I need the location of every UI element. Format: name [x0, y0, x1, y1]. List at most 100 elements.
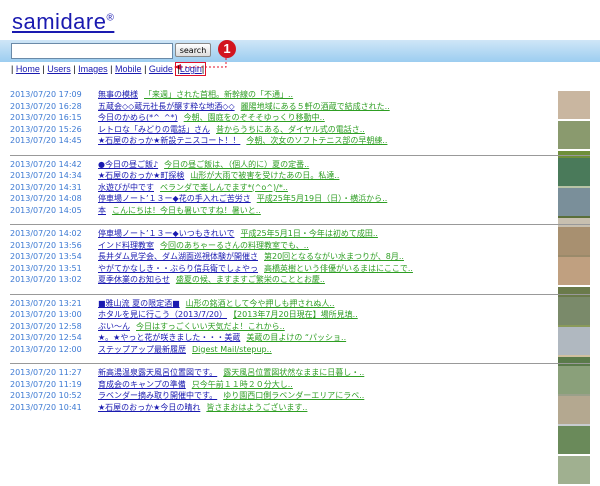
post-date: 2013/07/20 16:15: [10, 113, 82, 122]
post-title-link[interactable]: 五蔵会◇◇蔵元社長が醸す粋な地酒◇◇: [98, 102, 235, 111]
feed-row: 2013/07/20 10:52 ラベンダー摘み取り開催中です。 ゆり園西口側ラベン…: [10, 390, 558, 402]
nav-mobile[interactable]: Mobile: [115, 64, 142, 74]
post-thumbnail[interactable]: [558, 426, 590, 454]
post-title-link[interactable]: 無事の模様: [98, 90, 138, 99]
post-thumbnail[interactable]: [558, 396, 590, 424]
post-date: 2013/07/20 14:02: [10, 229, 82, 238]
post-title-link[interactable]: ホタルを見に行こう（2013/7/20）: [98, 310, 227, 319]
post-thumbnail[interactable]: [558, 366, 590, 394]
post-snippet-link[interactable]: 今朝、園庭をのぞそそゆっくり移動中..: [184, 113, 325, 122]
post-title-link[interactable]: やがてかなしき・・ぶらり信兵衛でしょやっ: [98, 264, 258, 273]
post-title-link[interactable]: ●今日の昼ご飯♪: [98, 160, 158, 169]
post-title-link[interactable]: ぶい〜ん: [98, 322, 130, 331]
nav-home[interactable]: Home: [16, 64, 40, 74]
post-title-link[interactable]: 停車場ノート’１３ー◆花の手入れご苦労さ: [98, 194, 251, 203]
nav-login[interactable]: Login: [180, 64, 202, 74]
post-title-link[interactable]: ★石屋のおっか★新設テニスコート！！: [98, 136, 240, 145]
post-title-link[interactable]: ★石屋のおっか★町探検: [98, 171, 184, 180]
nav-users[interactable]: Users: [47, 64, 71, 74]
nav-separator: |: [201, 64, 205, 74]
feed-row: 2013/07/20 14:02 停車場ノート’１３ー◆いつもきれいで 平成25年5…: [10, 228, 558, 240]
post-title-link[interactable]: 育成会のキャンプの準備: [98, 380, 186, 389]
search-input[interactable]: [11, 43, 173, 59]
nav-images[interactable]: Images: [78, 64, 108, 74]
nav-separator: |: [42, 64, 45, 74]
post-title-link[interactable]: 夏季休業のお知らせ: [98, 275, 170, 284]
post-date: 2013/07/20 12:00: [10, 344, 82, 354]
nav-guide[interactable]: Guide: [149, 64, 173, 74]
post-snippet-link[interactable]: Digest Mail/stepup..: [192, 345, 272, 354]
feed-row: 2013/07/20 13:00 ホタルを見に行こう（2013/7/20） 【201…: [10, 309, 558, 321]
feed-row: 2013/07/20 13:51 やがてかなしき・・ぶらり信兵衛でしょやっ 高橋英樹…: [10, 263, 558, 275]
feed-row: 2013/07/20 14:45 ★石屋のおっか★新設テニスコート！！ 今朝、次女の…: [10, 135, 558, 147]
feed-group: 2013/07/20 11:27 新高湯温泉露天風呂位置図です。 露天風呂位置図状然…: [10, 363, 590, 484]
post-snippet-link[interactable]: 今回のあちゃーるさんの料理教室でも、..: [160, 241, 309, 250]
post-thumbnail[interactable]: [558, 326, 590, 355]
nav-separator: |: [11, 64, 14, 74]
post-snippet-link[interactable]: 第20回となるながい水まつりが、8月..: [264, 252, 404, 261]
post-snippet-link[interactable]: 山形の銘酒として今や押しも押されぬ人..: [186, 299, 335, 308]
post-thumbnail[interactable]: [558, 296, 590, 325]
post-title-link[interactable]: ★。★やっと花が咲きました・・・美蔵: [98, 333, 240, 342]
post-snippet-link[interactable]: 今日の昼ご飯は、（個人的に）夏の定番..: [164, 160, 309, 169]
post-title-link[interactable]: 本: [98, 206, 106, 215]
post-title-link[interactable]: 長井ダム見学会、ダム湖面巡視体験が開催さ: [98, 252, 258, 261]
post-title-link[interactable]: レトロな「みどりの電話」さん: [98, 125, 210, 134]
post-title-link[interactable]: ステップアップ最新履歴: [98, 345, 186, 354]
post-title-link[interactable]: ★石屋のおっか★今日の晴れ: [98, 403, 200, 412]
post-snippet-link[interactable]: 昔からうちにある、ダイヤル式の電話さ..: [216, 125, 365, 134]
post-title-link[interactable]: 今日のかめら(*^_^*): [98, 113, 178, 122]
post-date: 2013/07/20 14:34: [10, 171, 82, 180]
post-snippet-link[interactable]: 平成25年5月1日・今年は初めて成田..: [240, 229, 377, 238]
feed-group: 2013/07/20 14:02 停車場ノート’１３ー◆いつもきれいで 平成25年5…: [10, 224, 590, 375]
main-nav: | Home | Users | Images | Mobile | Guide…: [11, 62, 207, 76]
post-snippet-link[interactable]: 麗陽地域にある５軒の酒蔵で結成された..: [241, 102, 390, 111]
feed-group: 2013/07/20 13:21 ■雅山流 夏の限定酒■ 山形の銘酒として今や押しも…: [10, 293, 590, 445]
feed-row: 2013/07/20 13:21 ■雅山流 夏の限定酒■ 山形の銘酒として今や押しも…: [10, 298, 558, 310]
post-thumbnail[interactable]: [558, 257, 590, 285]
post-snippet-link[interactable]: 山形が大雨で被害を受けたあの日。私達..: [190, 171, 339, 180]
post-date: 2013/07/20 14:08: [10, 194, 82, 203]
post-snippet-link[interactable]: 今日はすっごくいい天気だよ！これから..: [136, 322, 285, 331]
post-snippet-link[interactable]: 皆さまおはようございます..: [206, 403, 307, 412]
post-date: 2013/07/20 14:42: [10, 159, 82, 169]
post-snippet-link[interactable]: 只今午前１１時２０分大し..: [192, 380, 293, 389]
post-date: 2013/07/20 10:41: [10, 402, 82, 412]
post-snippet-link[interactable]: 美蔵の目よけの “パッショ..: [246, 333, 346, 342]
post-snippet-link[interactable]: 平成25年5月19日（日）・横浜から..: [257, 194, 388, 203]
post-snippet-link[interactable]: 露天風呂位置図状然なままに日暮し・..: [223, 368, 364, 377]
feed-row: 2013/07/20 16:15 今日のかめら(*^_^*) 今朝、園庭をのぞそそゆ…: [10, 112, 558, 124]
search-bar: search: [0, 40, 600, 62]
post-title-link[interactable]: 新高湯温泉露天風呂位置図です。: [98, 368, 217, 377]
post-date: 2013/07/20 13:00: [10, 310, 82, 319]
post-snippet-link[interactable]: こんにちは！今日も暑いですね！暑いと..: [112, 206, 261, 215]
post-thumbnail[interactable]: [558, 91, 590, 119]
feed-row: 2013/07/20 11:19 育成会のキャンプの準備 只今午前１１時２０分大し.…: [10, 379, 558, 391]
post-date: 2013/07/20 10:52: [10, 391, 82, 400]
post-title-link[interactable]: 停車場ノート’１３ー◆いつもきれいで: [98, 229, 234, 238]
post-thumbnail[interactable]: [558, 121, 590, 149]
post-snippet-link[interactable]: ベランダで楽しんでます*(^o^)/*..: [160, 183, 288, 192]
post-snippet-link[interactable]: 盛夏の候、ますますご繁栄のこととお慶..: [176, 275, 325, 284]
post-date: 2013/07/20 13:54: [10, 252, 82, 261]
post-snippet-link[interactable]: 今朝、次女のソフトテニス部の早朝練..: [246, 136, 387, 145]
post-thumbnail[interactable]: [558, 456, 590, 484]
post-date: 2013/07/20 12:58: [10, 321, 82, 331]
post-snippet-link[interactable]: 「来週」された首相。新幹線の「不通」..: [144, 90, 293, 99]
post-snippet-link[interactable]: 高橋英樹という俳優がいるまはにここで..: [264, 264, 413, 273]
post-thumbnail[interactable]: [558, 187, 590, 216]
feed-list: 2013/07/20 17:09 無事の模様 「来週」された首相。新幹線の「不通」.…: [10, 89, 590, 484]
feed-row: 2013/07/20 10:41 ★石屋のおっか★今日の晴れ 皆さまおはようございま…: [10, 402, 558, 414]
post-thumbnail[interactable]: [558, 157, 590, 186]
post-title-link[interactable]: 水遊びが中です: [98, 183, 154, 192]
feed-row: 2013/07/20 14:08 停車場ノート’１３ー◆花の手入れご苦労さ 平成25…: [10, 193, 558, 205]
post-date: 2013/07/20 16:28: [10, 101, 82, 111]
post-snippet-link[interactable]: ゆり園西口側ラベンダーエリアにラベ..: [223, 391, 364, 400]
feed-row: 2013/07/20 14:34 ★石屋のおっか★町探検 山形が大雨で被害を受けたあ…: [10, 170, 558, 182]
post-title-link[interactable]: ラベンダー摘み取り開催中です。: [98, 391, 217, 400]
post-snippet-link[interactable]: 【2013年7月20日現在】場所見填..: [233, 310, 358, 319]
post-title-link[interactable]: ■雅山流 夏の限定酒■: [98, 299, 180, 308]
post-title-link[interactable]: インド料理教室: [98, 241, 154, 250]
post-thumbnail[interactable]: [558, 227, 590, 255]
site-logo[interactable]: samidare®: [12, 9, 114, 35]
